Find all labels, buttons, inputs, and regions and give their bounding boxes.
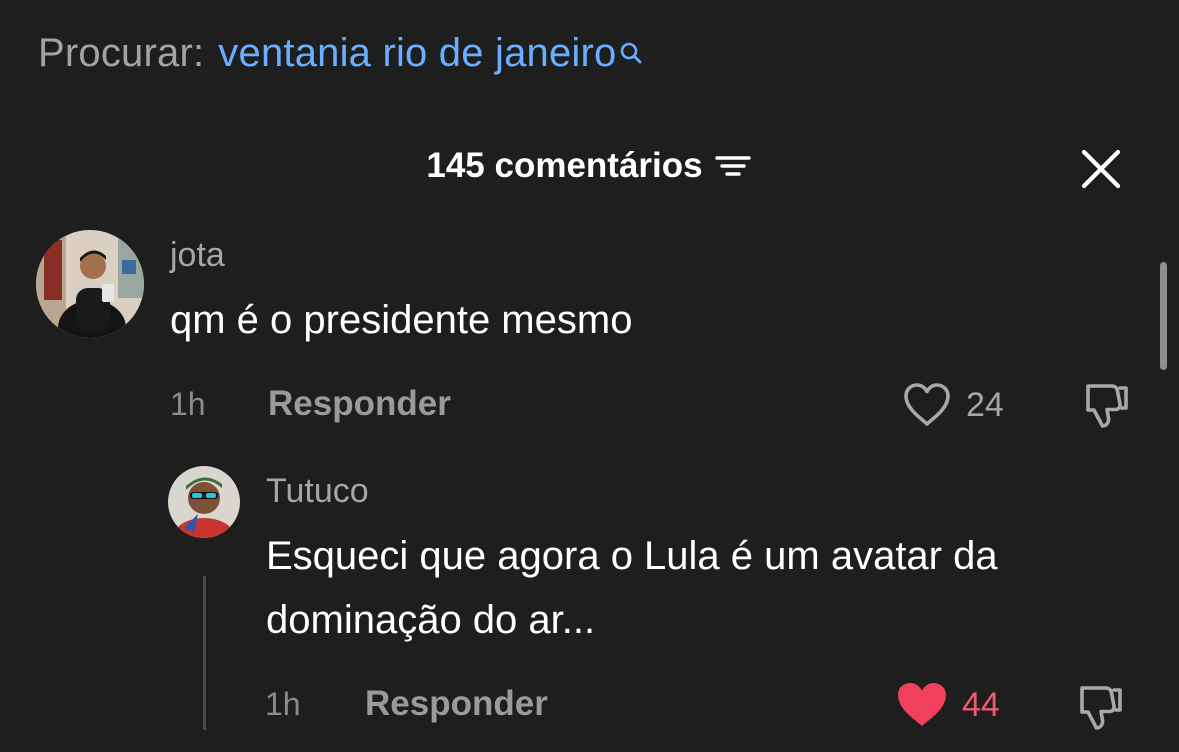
avatar[interactable] [36, 230, 144, 338]
comments-panel: Procurar: ventania rio de janeiro 145 co… [0, 0, 1179, 752]
reply-button[interactable]: Responder [268, 384, 451, 424]
comment-text: qm é o presidente mesmo [170, 298, 633, 342]
like-count: 24 [966, 386, 1004, 424]
search-icon[interactable] [619, 30, 643, 64]
reply-button[interactable]: Responder [365, 684, 548, 724]
filter-icon[interactable] [713, 150, 753, 182]
comment-username[interactable]: Tutuco [266, 472, 369, 511]
search-query-link[interactable]: ventania rio de janeiro [218, 31, 616, 76]
heart-icon[interactable] [902, 382, 952, 428]
comments-count: 145 comentários [426, 146, 703, 185]
like-count: 44 [962, 686, 1000, 724]
search-suggestion[interactable]: Procurar: ventania rio de janeiro [38, 28, 643, 78]
comment-time: 1h [265, 686, 301, 722]
close-icon[interactable] [1078, 146, 1124, 192]
thumbs-down-icon[interactable] [1080, 380, 1132, 432]
avatar[interactable] [168, 466, 240, 538]
comments-header: 145 comentários [0, 140, 1179, 192]
heart-icon[interactable] [896, 681, 948, 729]
thread-line [203, 576, 206, 730]
scrollbar[interactable] [1160, 262, 1167, 370]
comment-time: 1h [170, 386, 206, 422]
search-prefix: Procurar: [38, 30, 205, 75]
comment-username[interactable]: jota [170, 236, 225, 275]
thumbs-down-icon[interactable] [1074, 682, 1126, 734]
comment-text: Esqueci que agora o Lula é um avatar da … [266, 534, 998, 642]
